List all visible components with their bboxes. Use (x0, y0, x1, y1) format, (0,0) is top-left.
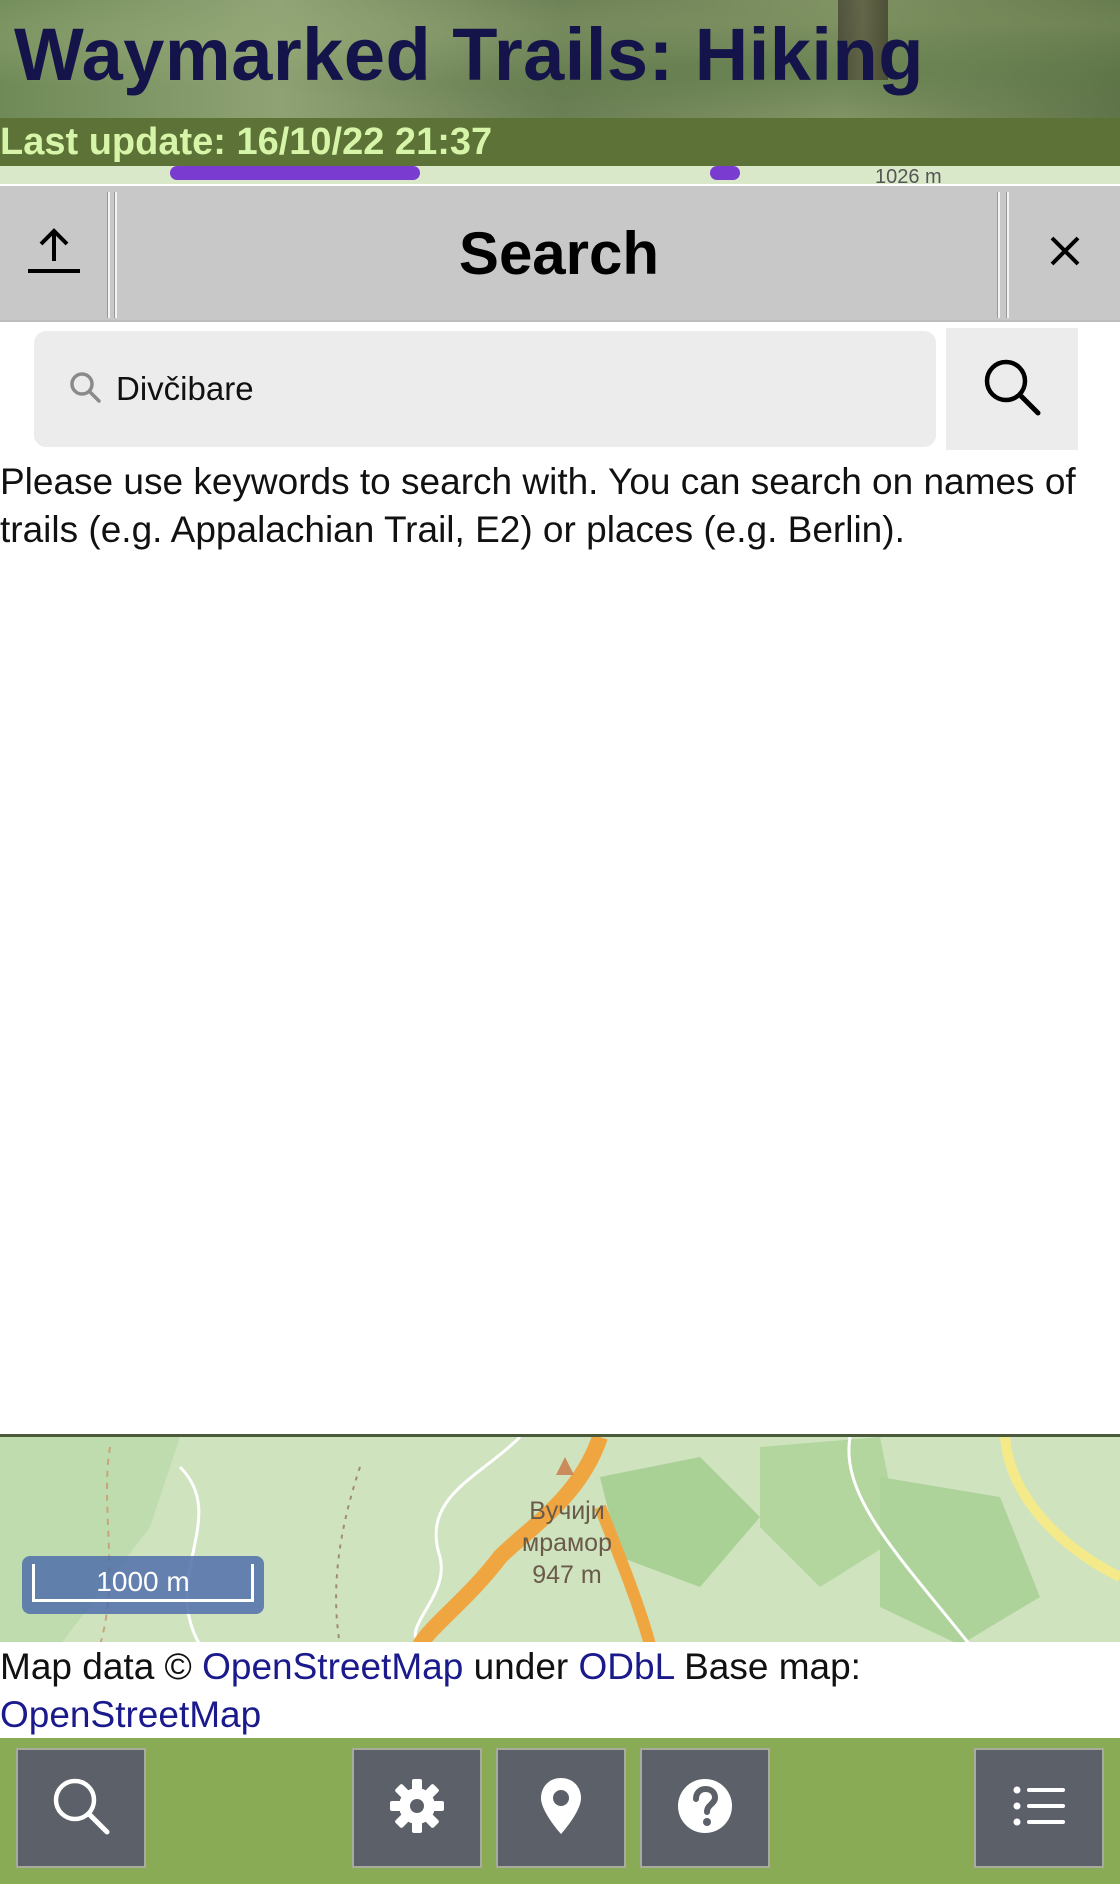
location-pin-icon (538, 1776, 584, 1841)
list-button[interactable] (974, 1748, 1104, 1868)
help-icon (676, 1777, 734, 1840)
search-icon (981, 356, 1043, 423)
scale-label: 1000 m (32, 1564, 254, 1602)
divider (107, 192, 110, 318)
last-update-bar: Last update: 16/10/22 21:37 (0, 118, 1120, 166)
search-field[interactable] (34, 331, 936, 447)
upload-icon (24, 225, 84, 282)
upload-button[interactable] (0, 186, 108, 320)
panel-title: Search (458, 219, 660, 287)
attribution-base-map: Base map: (684, 1646, 861, 1687)
search-panel-header: Search (0, 184, 1120, 322)
divider (114, 192, 117, 318)
divider (1006, 192, 1009, 318)
location-button[interactable] (496, 1748, 626, 1868)
attribution-under: under (473, 1646, 569, 1687)
map-scale: 1000 m (22, 1556, 264, 1614)
map-attribution: Map data © OpenStreetMap under ODbL Base… (0, 1643, 1120, 1739)
route-line (170, 166, 420, 180)
search-help-text: Please use keywords to search with. You … (0, 461, 1076, 550)
bottom-toolbar (0, 1738, 1120, 1884)
search-input[interactable] (116, 359, 876, 419)
search-submit-button[interactable] (946, 328, 1078, 450)
map-place-label: Вучији (529, 1497, 604, 1525)
map-strip: 1026 m (0, 166, 1120, 186)
search-icon (50, 1775, 112, 1842)
odbl-link[interactable]: ODbL (579, 1646, 674, 1687)
map-place-label: мрамор (522, 1529, 612, 1557)
settings-button[interactable] (352, 1748, 482, 1868)
route-line (710, 166, 740, 180)
close-button[interactable] (1010, 186, 1120, 320)
app-title[interactable]: Waymarked Trails: Hiking (14, 18, 924, 92)
app-header: Waymarked Trails: Hiking (0, 0, 1120, 118)
last-update-text: Last update: 16/10/22 21:37 (0, 121, 493, 163)
divider (997, 192, 1000, 318)
base-map-link[interactable]: OpenStreetMap (0, 1694, 261, 1735)
map-elevation-label: 1026 m (875, 166, 942, 186)
search-button[interactable] (16, 1748, 146, 1868)
help-button[interactable] (640, 1748, 770, 1868)
list-icon (1013, 1785, 1065, 1832)
search-icon (68, 370, 102, 409)
map-elevation-label: 947 m (532, 1561, 601, 1589)
settings-icon (388, 1777, 446, 1840)
openstreetmap-link[interactable]: OpenStreetMap (202, 1646, 463, 1687)
attribution-prefix: Map data © (0, 1646, 192, 1687)
close-icon (1047, 233, 1083, 274)
